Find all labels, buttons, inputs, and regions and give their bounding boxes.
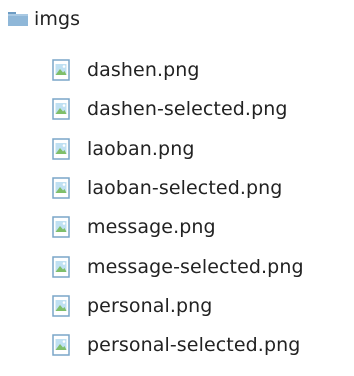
file-item[interactable]: dashen.png [52, 55, 200, 85]
image-file-icon [52, 138, 70, 160]
image-file-icon [52, 256, 70, 278]
file-item[interactable]: laoban-selected.png [52, 173, 282, 203]
file-item[interactable]: dashen-selected.png [52, 94, 288, 124]
file-item[interactable]: message.png [52, 212, 216, 242]
folder-icon [8, 12, 28, 26]
image-file-icon [52, 295, 70, 317]
file-label: message-selected.png [87, 256, 304, 278]
file-item[interactable]: personal.png [52, 291, 212, 321]
file-label: dashen-selected.png [87, 98, 288, 120]
file-label: laoban-selected.png [87, 177, 283, 199]
file-label: personal.png [87, 295, 213, 317]
file-label: laoban.png [87, 138, 195, 160]
folder-item-imgs[interactable]: imgs [8, 6, 80, 32]
image-file-icon [52, 177, 70, 199]
image-file-icon [52, 216, 70, 238]
file-label: dashen.png [87, 59, 200, 81]
image-file-icon [52, 59, 70, 81]
image-file-icon [52, 98, 70, 120]
file-label: message.png [87, 216, 216, 238]
folder-label: imgs [34, 8, 81, 30]
image-file-icon [52, 334, 70, 356]
file-tree: imgs dashen.png dashen-selected.png laob… [0, 0, 354, 376]
file-label: personal-selected.png [87, 334, 301, 356]
file-item[interactable]: message-selected.png [52, 252, 304, 282]
file-item[interactable]: laoban.png [52, 134, 195, 164]
file-item[interactable]: personal-selected.png [52, 330, 300, 360]
